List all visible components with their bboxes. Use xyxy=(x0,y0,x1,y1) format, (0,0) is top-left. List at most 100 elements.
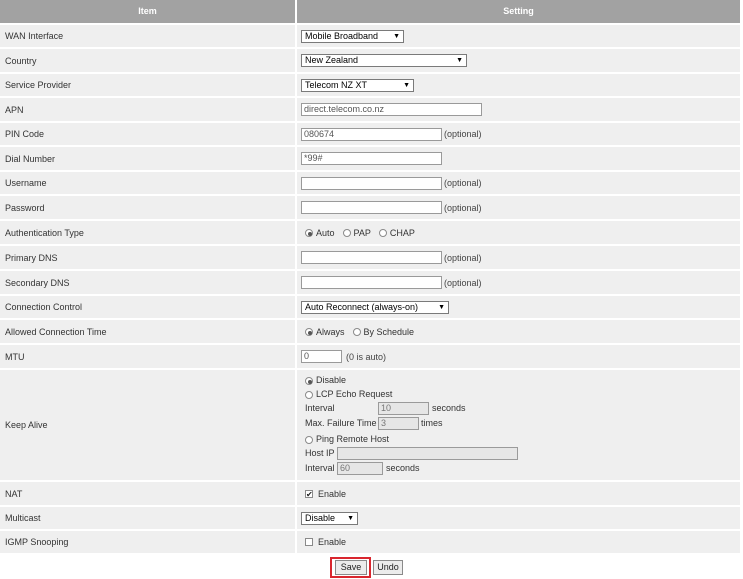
chevron-down-icon: ▼ xyxy=(438,303,445,311)
column-header-item: Item xyxy=(0,0,295,23)
radio-ping-host[interactable] xyxy=(305,435,313,444)
row-allowed-connection-time: Allowed Connection Time Always By Schedu… xyxy=(0,320,740,343)
keep-alive-ping-option[interactable]: Ping Remote Host xyxy=(305,434,389,444)
multicast-label: Multicast xyxy=(0,507,295,529)
row-username: Username (optional) xyxy=(0,172,740,194)
row-service-provider: Service Provider Telecom NZ XT ▼ xyxy=(0,74,740,96)
row-country: Country New Zealand ▼ xyxy=(0,49,740,72)
secondary-dns-optional-note: (optional) xyxy=(444,277,482,288)
row-nat: NAT ✔ Enable xyxy=(0,482,740,505)
keep-alive-disable-label: Disable xyxy=(316,375,347,385)
primary-dns-input[interactable] xyxy=(301,251,442,264)
radio-always[interactable] xyxy=(305,327,313,336)
time-schedule-label: By Schedule xyxy=(363,326,415,337)
lcp-interval-label: Interval xyxy=(305,403,335,413)
auth-chap-label: CHAP xyxy=(389,227,415,238)
igmp-enable-checkbox[interactable] xyxy=(305,538,313,546)
igmp-snooping-label: IGMP Snooping xyxy=(0,531,295,553)
radio-lcp-echo[interactable] xyxy=(305,390,313,399)
row-apn: APN direct.telecom.co.nz xyxy=(0,98,740,121)
igmp-enable-label: Enable xyxy=(318,537,347,547)
wan-interface-label: WAN Interface xyxy=(0,25,295,47)
country-label: Country xyxy=(0,49,295,72)
keep-alive-disable-option[interactable]: Disable xyxy=(305,375,346,385)
column-header-setting: Setting xyxy=(297,0,740,23)
radio-auto[interactable] xyxy=(305,228,313,237)
wan-interface-select[interactable]: Mobile Broadband ▼ xyxy=(301,29,404,43)
mtu-note: (0 is auto) xyxy=(346,351,387,362)
secondary-dns-label: Secondary DNS xyxy=(0,271,295,294)
nat-enable-checkbox[interactable]: ✔ xyxy=(305,489,313,498)
keep-alive-lcp-label: LCP Echo Request xyxy=(316,389,393,399)
chevron-down-icon: ▼ xyxy=(403,81,410,89)
chevron-down-icon: ▼ xyxy=(393,32,400,40)
row-dial-number: Dial Number *99# xyxy=(0,147,740,170)
primary-dns-label: Primary DNS xyxy=(0,246,295,269)
country-value: New Zealand xyxy=(305,55,359,65)
multicast-select[interactable]: Disable ▼ xyxy=(301,511,358,525)
mtu-input[interactable]: 0 xyxy=(301,350,342,363)
service-provider-select[interactable]: Telecom NZ XT ▼ xyxy=(301,78,414,92)
ping-interval-input[interactable]: 60 xyxy=(337,462,383,475)
host-ip-input[interactable] xyxy=(337,447,518,460)
radio-disable[interactable] xyxy=(305,376,313,385)
nat-label: NAT xyxy=(0,482,295,505)
wan-interface-value: Mobile Broadband xyxy=(305,30,379,41)
undo-button[interactable]: Undo xyxy=(373,560,403,575)
ping-interval-unit: seconds xyxy=(386,463,420,473)
row-password: Password (optional) xyxy=(0,196,740,219)
username-label: Username xyxy=(0,172,295,194)
radio-chap[interactable] xyxy=(378,228,387,237)
pin-code-label: PIN Code xyxy=(0,123,295,145)
chevron-down-icon: ▼ xyxy=(456,57,463,64)
nat-enable-label: Enable xyxy=(318,488,347,499)
row-multicast: Multicast Disable ▼ xyxy=(0,507,740,529)
auth-pap-option[interactable]: PAP xyxy=(342,227,371,238)
time-schedule-option[interactable]: By Schedule xyxy=(352,326,415,337)
password-input[interactable] xyxy=(301,201,442,214)
radio-by-schedule[interactable] xyxy=(352,327,361,336)
auth-chap-option[interactable]: CHAP xyxy=(378,227,415,238)
row-primary-dns: Primary DNS (optional) xyxy=(0,246,740,269)
secondary-dns-input[interactable] xyxy=(301,276,442,289)
keep-alive-label: Keep Alive xyxy=(0,370,295,480)
dial-number-input[interactable]: *99# xyxy=(301,152,442,165)
row-secondary-dns: Secondary DNS (optional) xyxy=(0,271,740,294)
mtu-label: MTU xyxy=(0,345,295,368)
service-provider-label: Service Provider xyxy=(0,74,295,96)
allowed-connection-time-label: Allowed Connection Time xyxy=(0,320,295,343)
service-provider-value: Telecom NZ XT xyxy=(305,79,368,90)
keep-alive-lcp-option[interactable]: LCP Echo Request xyxy=(305,389,392,399)
pin-code-optional-note: (optional) xyxy=(444,129,482,139)
apn-input[interactable]: direct.telecom.co.nz xyxy=(301,103,482,116)
multicast-value: Disable xyxy=(305,512,336,523)
row-pin-code: PIN Code 080674 (optional) xyxy=(0,123,740,145)
username-optional-note: (optional) xyxy=(444,178,482,188)
radio-pap[interactable] xyxy=(342,228,351,237)
lcp-interval-unit: seconds xyxy=(432,403,466,413)
row-mtu: MTU 0 (0 is auto) xyxy=(0,345,740,368)
chevron-down-icon: ▼ xyxy=(347,514,354,522)
time-always-option[interactable]: Always xyxy=(305,327,345,337)
keep-alive-ping-label: Ping Remote Host xyxy=(316,434,390,444)
row-connection-control: Connection Control Auto Reconnect (alway… xyxy=(0,296,740,318)
max-failure-input[interactable]: 3 xyxy=(378,417,419,430)
lcp-interval-input[interactable]: 10 xyxy=(378,402,429,415)
pin-code-input[interactable]: 080674 xyxy=(301,127,442,141)
password-label: Password xyxy=(0,196,295,219)
save-button[interactable]: Save xyxy=(335,560,367,575)
authentication-type-label: Authentication Type xyxy=(0,221,295,244)
time-always-label: Always xyxy=(316,326,345,337)
auth-auto-option[interactable]: Auto xyxy=(305,228,335,238)
row-authentication-type: Authentication Type Auto PAP CHAP xyxy=(0,221,740,244)
row-wan-interface: WAN Interface Mobile Broadband ▼ xyxy=(0,25,740,47)
connection-control-value: Auto Reconnect (always-on) xyxy=(305,301,419,312)
connection-control-select[interactable]: Auto Reconnect (always-on) ▼ xyxy=(301,300,449,314)
dial-number-label: Dial Number xyxy=(0,147,295,170)
auth-pap-label: PAP xyxy=(353,227,371,238)
row-igmp-snooping: IGMP Snooping Enable xyxy=(0,531,740,553)
max-failure-label: Max. Failure Time xyxy=(305,418,377,428)
country-select[interactable]: New Zealand ▼ xyxy=(301,54,467,67)
username-input[interactable] xyxy=(301,176,442,190)
connection-control-label: Connection Control xyxy=(0,296,295,318)
